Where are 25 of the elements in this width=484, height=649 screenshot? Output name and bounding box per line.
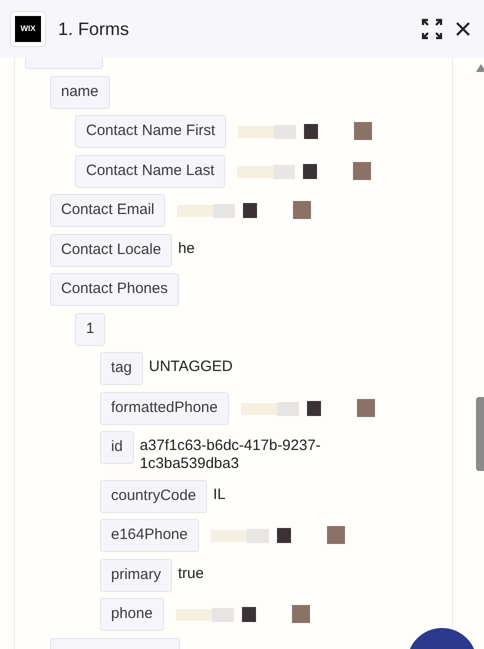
field-value: IL xyxy=(213,486,226,504)
key-chip: e164Phone xyxy=(100,519,199,552)
scroll-thumb[interactable] xyxy=(476,397,484,471)
key-chip: primary xyxy=(100,558,172,592)
close-icon[interactable] xyxy=(456,22,470,36)
key-chip: Contact Name First xyxy=(75,115,226,148)
key-chip: id xyxy=(100,431,134,464)
key-chip: formattedPhone xyxy=(100,392,229,424)
key-chip: Contact Locale xyxy=(50,234,172,266)
field-value: UNTAGGED xyxy=(148,358,233,376)
window-title: 1. Forms xyxy=(58,18,130,40)
scroll-up-icon[interactable] xyxy=(476,64,484,72)
key-chip: phone xyxy=(100,598,164,631)
key-chip: 1 xyxy=(75,312,106,346)
key-chip: Contact Email xyxy=(50,194,166,227)
key-chip: name xyxy=(50,76,110,108)
key-chip: tag xyxy=(100,352,143,385)
field-value: he xyxy=(178,240,195,258)
key-chip: Contact Phones xyxy=(50,273,179,306)
field-value: true xyxy=(178,564,204,582)
key-chip: countryCode xyxy=(100,480,208,512)
key-chip: Contact Name Last xyxy=(75,154,226,188)
expand-icon[interactable] xyxy=(421,18,443,40)
field-value: a37f1c63-b6dc-417b-9237-1c3ba539dba3 xyxy=(140,437,322,473)
app-logo: WIX xyxy=(10,11,46,47)
